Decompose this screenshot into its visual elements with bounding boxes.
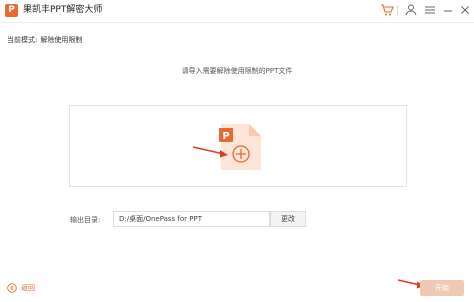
start-button[interactable]: 开始 <box>420 280 464 296</box>
close-icon[interactable] <box>458 3 472 17</box>
output-dir-field[interactable]: D:/桌面/OnePass for PPT <box>113 211 270 227</box>
file-icon-letter: P <box>222 131 229 142</box>
app-logo: P <box>5 4 18 17</box>
menu-icon[interactable] <box>423 3 437 17</box>
pointer-arrow-icon <box>192 146 228 158</box>
mode-row: 当前模式: 解除使用限制 <box>7 35 85 45</box>
mode-value: 解除使用限制 <box>40 36 83 44</box>
user-icon[interactable] <box>404 3 418 17</box>
back-label: 返回 <box>21 284 35 292</box>
app-title: 果凯丰PPT解密大师 <box>23 5 103 15</box>
back-button[interactable]: 返回 <box>7 283 35 293</box>
back-arrow-icon <box>7 283 17 293</box>
output-dir-label: 输出目录: <box>70 216 101 224</box>
minimize-icon[interactable] <box>441 3 455 17</box>
change-dir-button[interactable]: 更改 <box>270 211 306 227</box>
mode-label: 当前模式: <box>7 36 38 44</box>
title-bar: P 果凯丰PPT解密大师 <box>0 0 474 23</box>
cart-icon[interactable] <box>380 3 394 17</box>
titlebar-divider <box>397 5 398 16</box>
import-prompt: 请导入需要解除使用限制的PPT文件 <box>181 67 293 75</box>
